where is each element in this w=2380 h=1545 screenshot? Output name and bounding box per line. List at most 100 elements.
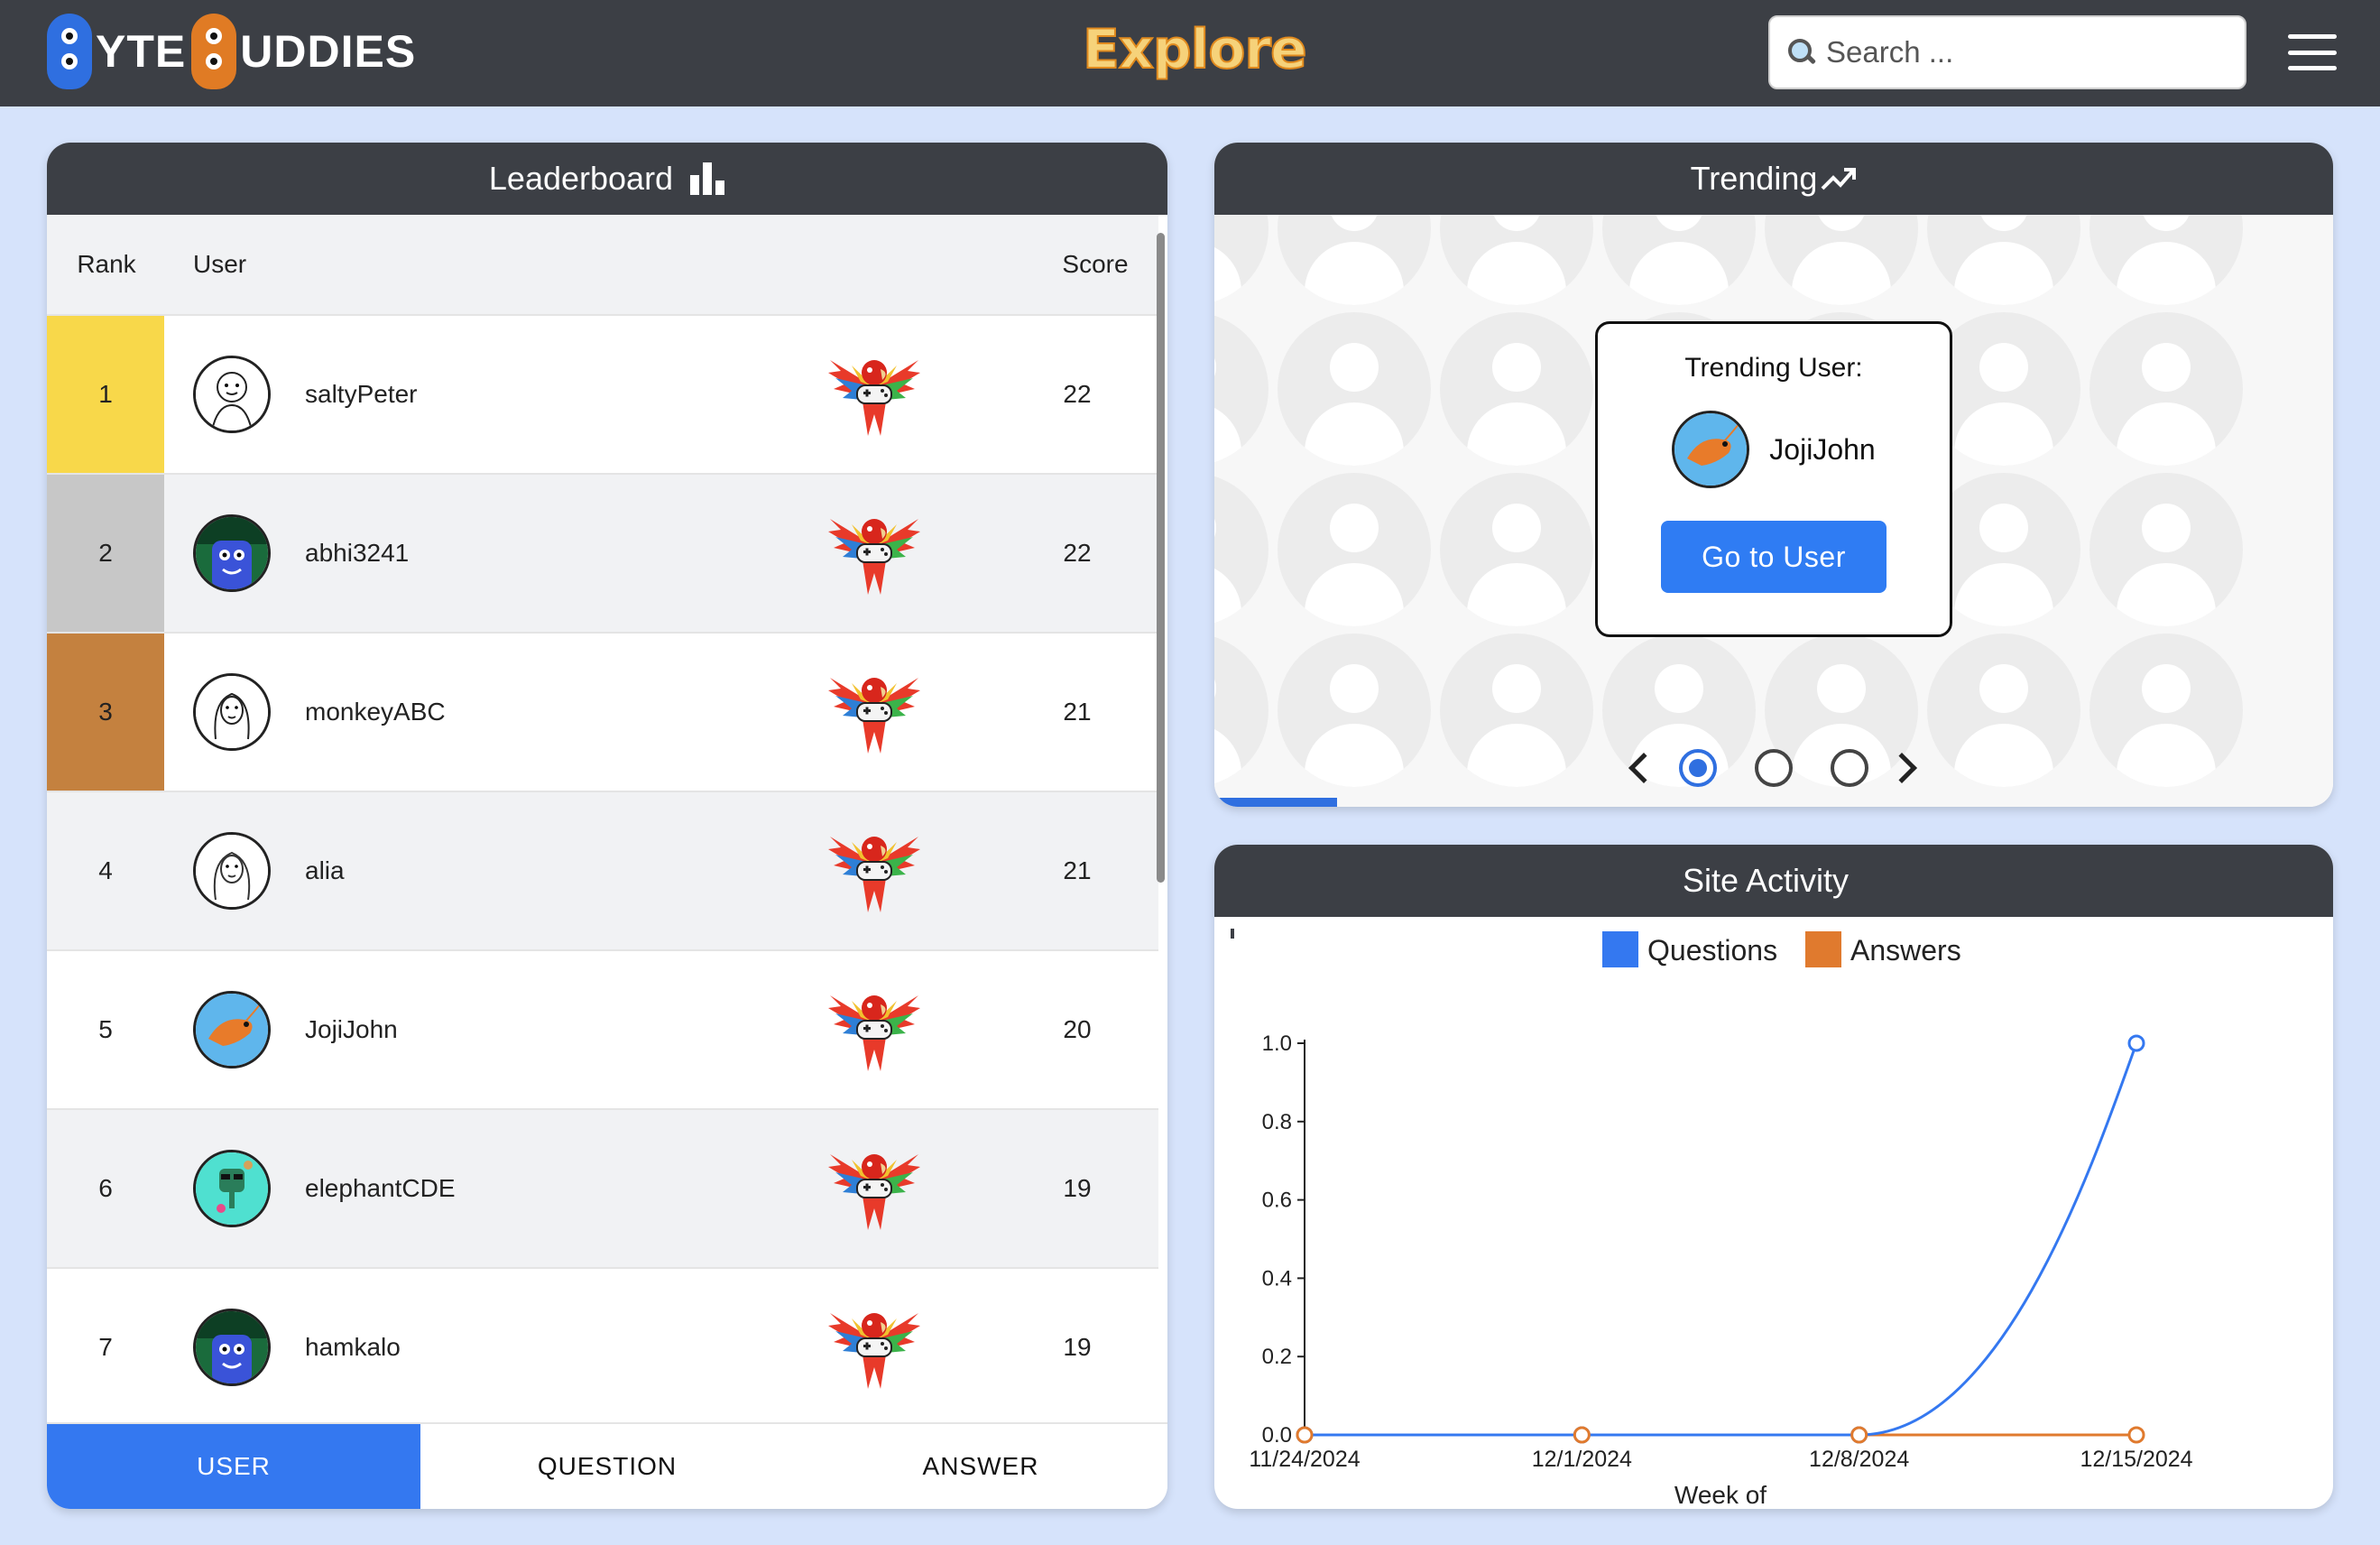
site-activity-panel: Site Activity Questions Answers 0.0 0.2 0.4 0… (1214, 845, 2333, 1509)
series-line-questions (1305, 1042, 2138, 1437)
avatar (1672, 411, 1750, 488)
avatar[interactable] (193, 832, 271, 910)
rank-cell: 4 (98, 856, 113, 884)
search-icon (1786, 37, 1817, 68)
username[interactable]: monkeyABC (305, 698, 446, 726)
legend-label-answers: Answers (1850, 934, 1961, 967)
parrot-badge-icon (825, 669, 924, 755)
x-tick-label: 12/15/2024 (2080, 1447, 2192, 1472)
score-cell: 21 (1063, 698, 1092, 726)
user-cell: saltyPeter (164, 356, 825, 433)
menu-icon-bar (2288, 34, 2337, 39)
rank-cell: 2 (47, 475, 164, 632)
username[interactable]: saltyPeter (305, 380, 418, 409)
placeholder-avatar-icon (1602, 215, 1756, 305)
carousel-progress (1214, 798, 2333, 807)
user-cell: abhi3241 (164, 514, 825, 592)
rank-cell: 1 (47, 316, 164, 473)
table-row[interactable]: 5 JojiJohn 20 (47, 951, 1158, 1110)
search-input[interactable] (1826, 35, 2223, 69)
data-point-answers (1850, 1426, 1868, 1444)
legend-swatch-questions (1602, 931, 1638, 967)
table-row[interactable]: 2 abhi3241 22 (47, 475, 1158, 634)
trending-user-card: Trending User: JojiJohn Go to User (1595, 321, 1952, 637)
score-cell: 20 (1063, 1015, 1092, 1043)
avatar[interactable] (193, 1309, 271, 1386)
y-tick-label: 0.0 (1262, 1423, 1292, 1448)
table-header: Rank User Score (47, 215, 1158, 316)
leaderboard-title: Leaderboard (488, 160, 674, 197)
chevron-left-icon[interactable] (1628, 753, 1659, 783)
go-to-user-button[interactable]: Go to User (1661, 521, 1886, 593)
table-body: 1 saltyPeter 22 2 abhi3241 22 3 monkeyABC 21 4 ali… (47, 316, 1158, 1428)
table-row[interactable]: 3 monkeyABC 21 (47, 634, 1158, 792)
rank-cell: 3 (47, 634, 164, 791)
trending-carousel: Trending User: JojiJohn Go to User (1214, 215, 2333, 807)
x-axis-label: Week of (1674, 1481, 1767, 1509)
table-row[interactable]: 7 hamkalo 19 (47, 1269, 1158, 1428)
parrot-badge-icon (825, 1304, 924, 1391)
username[interactable]: hamkalo (305, 1333, 401, 1362)
score-cell: 22 (1063, 380, 1092, 408)
user-cell: JojiJohn (164, 991, 825, 1069)
leaderboard-table: Rank User Score 1 saltyPeter 22 2 abhi3241 22… (47, 215, 1158, 1428)
placeholder-avatar-icon (1278, 215, 1431, 305)
username[interactable]: alia (305, 856, 345, 885)
chevron-right-icon[interactable] (1886, 753, 1917, 783)
leaderboard-header: Leaderboard (47, 143, 1167, 215)
search-box[interactable] (1768, 15, 2246, 89)
placeholder-avatar-icon (1278, 312, 1431, 466)
avatar[interactable] (193, 673, 271, 751)
data-point-questions (2127, 1034, 2145, 1052)
trending-user-name: JojiJohn (1769, 432, 1876, 466)
tab-user[interactable]: USER (47, 1424, 420, 1509)
y-tick-label: 0.8 (1262, 1110, 1292, 1134)
column-user: User (193, 250, 247, 278)
avatar[interactable] (193, 514, 271, 592)
placeholder-avatar-icon (1765, 215, 1918, 305)
avatar[interactable] (193, 1150, 271, 1227)
table-row[interactable]: 4 alia 21 (47, 792, 1158, 951)
site-logo[interactable]: YTE UDDIES (47, 11, 416, 92)
table-row[interactable]: 6 elephantCDE 19 (47, 1110, 1158, 1269)
top-bar: YTE UDDIES Explore (0, 0, 2380, 106)
username[interactable]: elephantCDE (305, 1174, 456, 1203)
trending-user: JojiJohn (1598, 411, 1950, 488)
table-row[interactable]: 1 saltyPeter 22 (47, 316, 1158, 475)
y-tick-label: 0.2 (1262, 1345, 1292, 1369)
placeholder-avatar-icon (2089, 215, 2243, 305)
score-cell: 19 (1063, 1174, 1092, 1202)
logo-bug-blue-icon (47, 14, 92, 89)
legend-label-questions: Questions (1647, 934, 1777, 967)
rank-cell: 5 (98, 1015, 113, 1043)
tab-answer[interactable]: ANSWER (794, 1424, 1167, 1509)
x-tick-label: 12/1/2024 (1532, 1447, 1632, 1472)
x-tick-label: 11/24/2024 (1249, 1447, 1360, 1472)
carousel-dot-3[interactable] (1831, 749, 1868, 787)
menu-icon-bar (2288, 50, 2337, 55)
score-cell: 22 (1063, 539, 1092, 567)
avatar[interactable] (193, 991, 271, 1069)
username[interactable]: JojiJohn (305, 1015, 398, 1044)
data-point-answers (1573, 1426, 1591, 1444)
trending-header: Trending (1214, 143, 2333, 215)
username[interactable]: abhi3241 (305, 539, 409, 568)
y-tick-label: 0.4 (1262, 1266, 1292, 1291)
parrot-badge-icon (825, 510, 924, 597)
bar-chart-icon (689, 162, 725, 195)
trending-panel: Trending Trending User: JojiJohn Go to U… (1214, 143, 2333, 807)
logo-bug-orange-icon (191, 14, 237, 89)
site-activity-title: Site Activity (1682, 862, 1850, 899)
column-score: Score (1062, 250, 1129, 278)
carousel-dot-1[interactable] (1679, 749, 1717, 787)
user-cell: hamkalo (164, 1309, 825, 1386)
menu-button[interactable] (2288, 34, 2337, 70)
tab-question[interactable]: QUESTION (420, 1424, 794, 1509)
carousel-dot-2[interactable] (1755, 749, 1793, 787)
rank-cell: 6 (98, 1174, 113, 1202)
y-tick-label: 0.6 (1262, 1189, 1292, 1213)
placeholder-avatar-icon (1927, 215, 2080, 305)
trending-user-label: Trending User: (1684, 353, 1863, 383)
avatar[interactable] (193, 356, 271, 433)
scrollbar[interactable] (1157, 233, 1165, 883)
